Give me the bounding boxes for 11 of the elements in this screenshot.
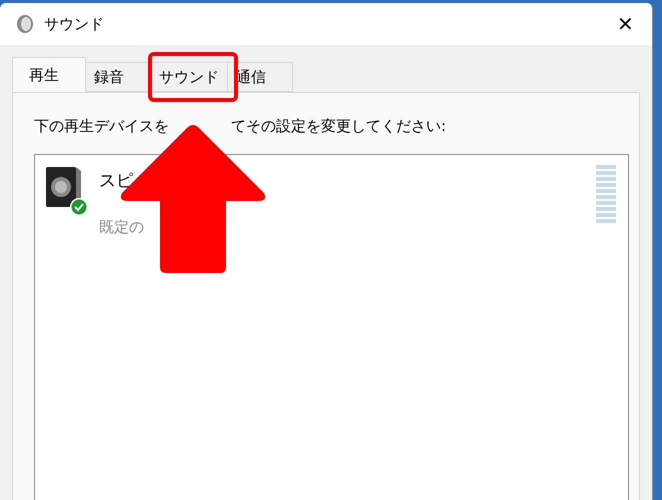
level-meter — [596, 165, 616, 223]
close-button[interactable]: ✕ — [613, 12, 638, 36]
tab[interactable]: 再生 — [12, 57, 86, 92]
instruction-text: てその設定を変更してください: — [231, 117, 446, 136]
tab[interactable]: 通信 — [227, 62, 293, 92]
device-name[interactable]: スピ — [99, 169, 586, 192]
tab[interactable]: 録音 — [85, 62, 151, 92]
device-status: 既定の — [99, 218, 145, 237]
instruction-text: 下の再生デバイスを — [34, 117, 169, 136]
tab[interactable]: サウンド — [150, 62, 228, 92]
window-title: サウンド — [44, 14, 105, 34]
